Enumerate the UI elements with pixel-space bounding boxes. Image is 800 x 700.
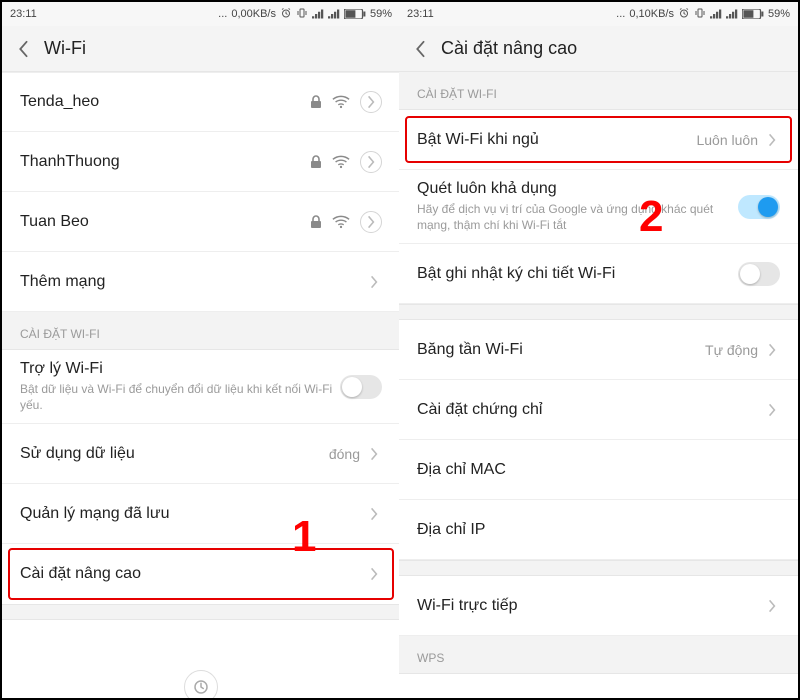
wifi-band-row[interactable]: Băng tần Wi-Fi Tự động (399, 320, 798, 380)
status-net: 0,00KB/s (231, 8, 276, 20)
wifi-network-name: ThanhThuong (20, 153, 310, 171)
chevron-right-icon (764, 132, 780, 148)
page-title: Cài đặt nâng cao (441, 38, 577, 59)
scanning-label: Quét luôn khả dụng (417, 180, 738, 198)
wifi-assistant-label: Trợ lý Wi-Fi (20, 360, 340, 378)
vibrate-icon (296, 7, 308, 22)
data-usage-label: Sử dụng dữ liệu (20, 445, 329, 463)
wifi-network-row[interactable]: ThanhThuong (2, 132, 400, 192)
chevron-right-icon (366, 506, 382, 522)
signal-icon (710, 9, 722, 19)
mac-address-row: Địa chỉ MAC (399, 440, 798, 500)
wifi-sleep-label: Bật Wi-Fi khi ngủ (417, 131, 696, 149)
toggle[interactable] (738, 195, 780, 219)
wifi-icon (332, 155, 350, 169)
right-screen: 23:11 ... 0,10KB/s 59% Cài đặt nâng cao … (399, 2, 798, 698)
status-bar: 23:11 ... 0,00KB/s 59% (2, 2, 400, 26)
refresh-button[interactable] (184, 670, 218, 698)
lock-icon (310, 155, 322, 169)
data-usage-value: đóng (329, 446, 360, 462)
install-certs-row[interactable]: Cài đặt chứng chỉ (399, 380, 798, 440)
wifi-assistant-row[interactable]: Trợ lý Wi-Fi Bật dữ liệu và Wi-Fi để chu… (2, 350, 400, 424)
status-net: 0,10KB/s (629, 8, 674, 20)
back-button[interactable] (409, 38, 431, 60)
chevron-right-icon (764, 598, 780, 614)
section-header: CÀI ĐẶT WI-FI (2, 312, 400, 350)
toggle[interactable] (340, 375, 382, 399)
wifi-band-value: Tự động (705, 342, 758, 358)
wifi-direct-label: Wi-Fi trực tiếp (417, 597, 764, 615)
status-battery: 59% (768, 8, 790, 20)
wifi-assistant-sub: Bật dữ liệu và Wi-Fi để chuyển đổi dữ li… (20, 381, 340, 413)
chevron-right-icon (366, 566, 382, 582)
lock-icon (310, 95, 322, 109)
chevron-right-icon (764, 402, 780, 418)
signal-icon (312, 9, 324, 19)
wifi-network-row[interactable]: Tenda_heo (2, 72, 400, 132)
wifi-sleep-row[interactable]: Bật Wi-Fi khi ngủ Luôn luôn (399, 110, 798, 170)
alarm-icon (678, 7, 690, 22)
section-gap (399, 560, 798, 576)
status-bar: 23:11 ... 0,10KB/s 59% (399, 2, 798, 26)
section-gap (399, 304, 798, 320)
title-bar: Cài đặt nâng cao (399, 26, 798, 72)
section-header: CÀI ĐẶT WI-FI (399, 72, 798, 110)
advanced-settings-label: Cài đặt nâng cao (20, 565, 366, 583)
signal-icon (726, 9, 738, 19)
title-bar: Wi-Fi (2, 26, 400, 72)
saved-networks-row[interactable]: Quản lý mạng đã lưu (2, 484, 400, 544)
verbose-log-row[interactable]: Bật ghi nhật ký chi tiết Wi-Fi (399, 244, 798, 304)
verbose-log-label: Bật ghi nhật ký chi tiết Wi-Fi (417, 265, 738, 283)
ip-address-row: Địa chỉ IP (399, 500, 798, 560)
signal-icon (328, 9, 340, 19)
data-usage-row[interactable]: Sử dụng dữ liệu đóng (2, 424, 400, 484)
wifi-sleep-value: Luôn luôn (696, 132, 758, 148)
wifi-icon (332, 215, 350, 229)
chevron-right-icon (366, 274, 382, 290)
wifi-band-label: Băng tần Wi-Fi (417, 341, 705, 359)
chevron-right-icon[interactable] (360, 151, 382, 173)
back-button[interactable] (12, 38, 34, 60)
wifi-direct-row[interactable]: Wi-Fi trực tiếp (399, 576, 798, 636)
status-battery: 59% (370, 8, 392, 20)
ip-address-label: Địa chỉ IP (417, 521, 780, 539)
install-certs-label: Cài đặt chứng chỉ (417, 401, 764, 419)
scanning-sub: Hãy để dịch vụ vị trí của Google và ứng … (417, 201, 738, 233)
add-network-row[interactable]: Thêm mạng (2, 252, 400, 312)
section-gap (2, 604, 400, 620)
battery-icon (742, 9, 764, 19)
section-header: WPS (399, 636, 798, 674)
battery-icon (344, 9, 366, 19)
wifi-network-name: Tuan Beo (20, 213, 310, 231)
page-title: Wi-Fi (44, 38, 86, 59)
wifi-icon (332, 95, 350, 109)
toggle[interactable] (738, 262, 780, 286)
status-time: 23:11 (407, 8, 434, 20)
saved-networks-label: Quản lý mạng đã lưu (20, 505, 366, 523)
alarm-icon (280, 7, 292, 22)
chevron-right-icon[interactable] (360, 91, 382, 113)
add-network-label: Thêm mạng (20, 273, 366, 291)
left-screen: 23:11 ... 0,00KB/s 59% (2, 2, 401, 698)
advanced-settings-row[interactable]: Cài đặt nâng cao (2, 544, 400, 604)
chevron-right-icon (764, 342, 780, 358)
scanning-row[interactable]: Quét luôn khả dụng Hãy để dịch vụ vị trí… (399, 170, 798, 244)
lock-icon (310, 215, 322, 229)
chevron-right-icon (366, 446, 382, 462)
status-time: 23:11 (10, 8, 37, 20)
mac-address-label: Địa chỉ MAC (417, 461, 780, 479)
wifi-network-name: Tenda_heo (20, 93, 310, 111)
vibrate-icon (694, 7, 706, 22)
chevron-right-icon[interactable] (360, 211, 382, 233)
wifi-network-row[interactable]: Tuan Beo (2, 192, 400, 252)
